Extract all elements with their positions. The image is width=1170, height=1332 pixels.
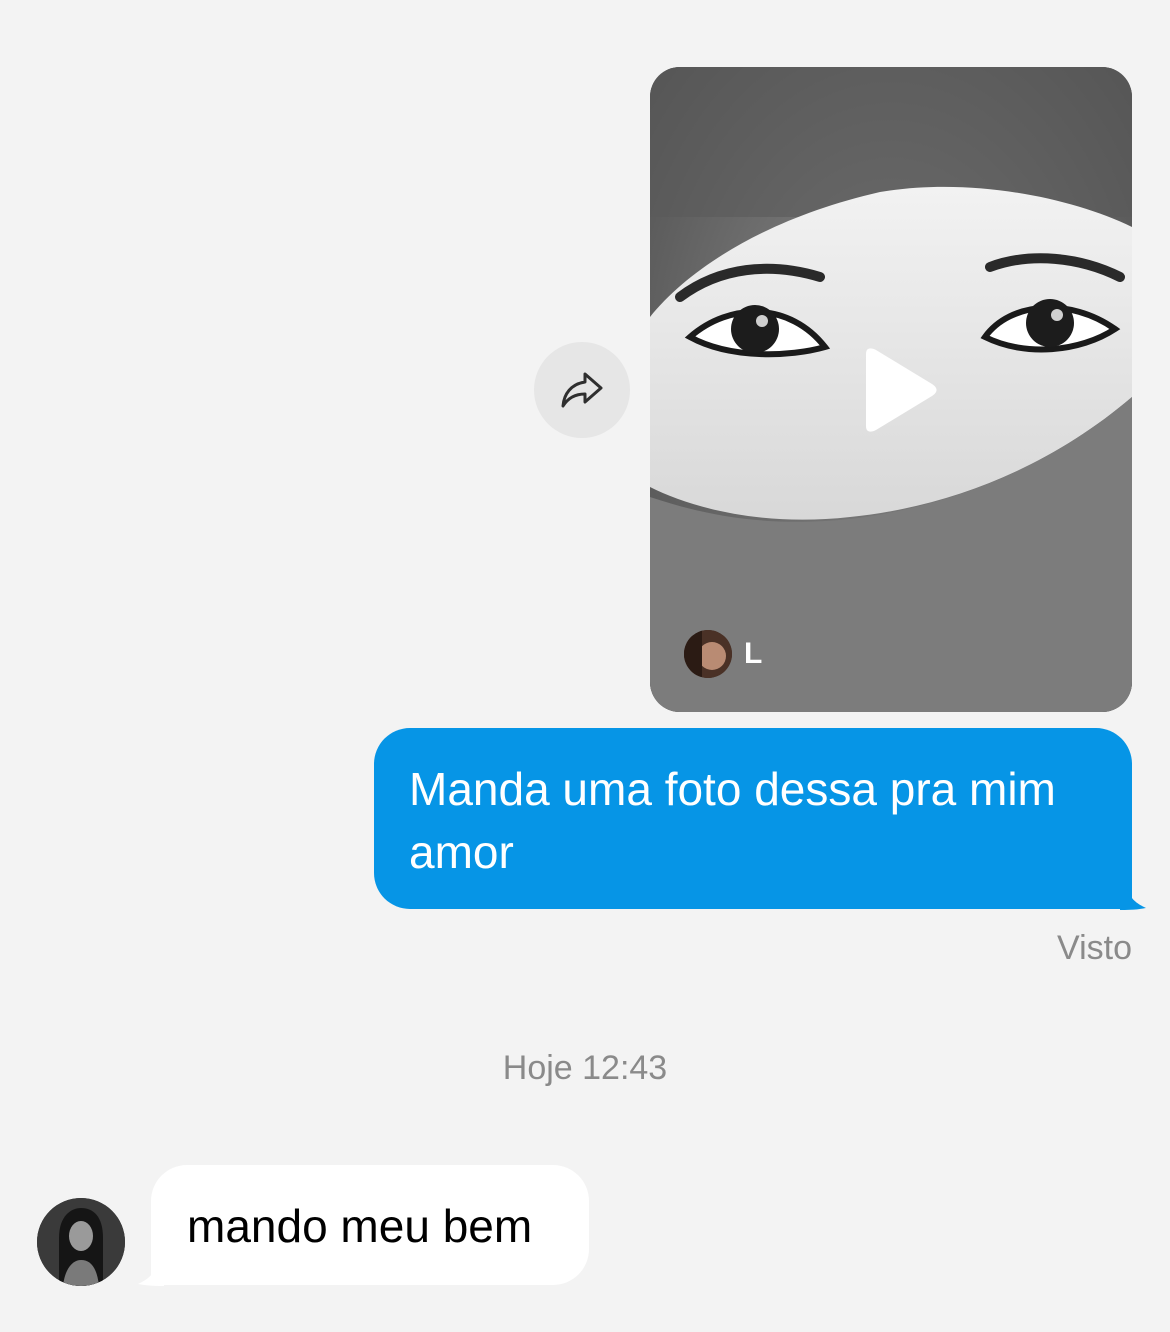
received-message-text: mando meu bem — [187, 1200, 533, 1252]
received-bubble-tail — [138, 1262, 164, 1286]
play-icon[interactable] — [858, 348, 938, 432]
received-message-bubble[interactable]: mando meu bem — [151, 1165, 589, 1285]
message-timestamp: Hoje 12:43 — [502, 1049, 668, 1087]
video-author[interactable]: L — [684, 630, 762, 678]
seen-status: Visto — [1057, 929, 1132, 967]
author-name: L — [744, 637, 763, 670]
sent-message-bubble[interactable]: Manda uma foto dessa pra mim amor — [374, 728, 1132, 909]
share-button[interactable] — [534, 342, 630, 438]
author-avatar — [684, 630, 732, 678]
sender-avatar[interactable] — [37, 1198, 125, 1286]
sent-message-text: Manda uma foto dessa pra mim amor — [409, 763, 1056, 878]
share-arrow-icon — [561, 372, 603, 408]
sent-bubble-tail — [1120, 886, 1146, 910]
